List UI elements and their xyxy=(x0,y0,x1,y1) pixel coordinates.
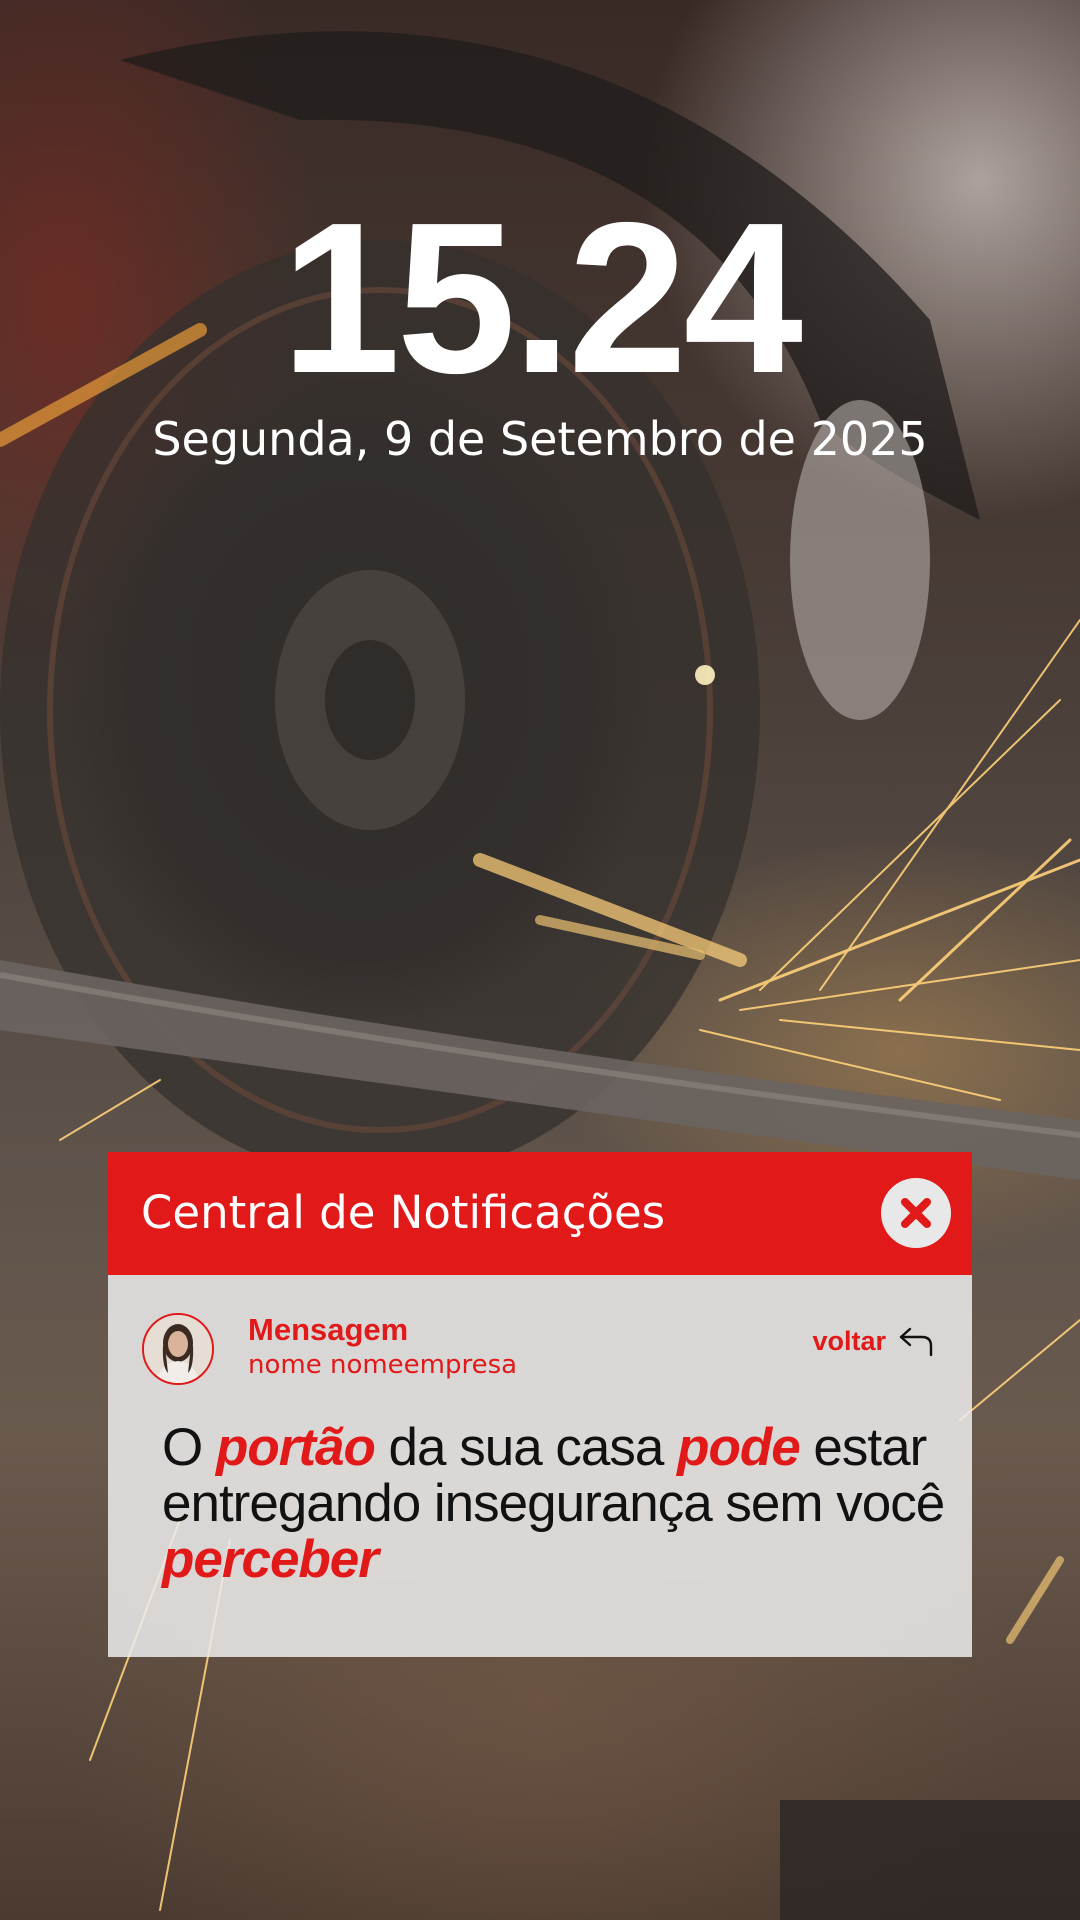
message-text-part: da sua casa xyxy=(374,1418,678,1477)
lock-clock: 15.24 xyxy=(280,177,803,418)
message-text: O portão da sua casa pode estar entregan… xyxy=(162,1420,952,1588)
avatar xyxy=(142,1313,214,1385)
message-highlight-perceber: perceber xyxy=(162,1530,379,1589)
close-icon xyxy=(901,1198,931,1228)
message-text-part: O xyxy=(162,1418,216,1477)
notification-center: Central de Notificações Mensagem nome no… xyxy=(108,1152,972,1657)
message-highlight-portao: portão xyxy=(215,1418,376,1477)
avatar-portrait xyxy=(144,1315,212,1383)
close-button[interactable] xyxy=(881,1178,951,1248)
back-label: voltar xyxy=(812,1325,886,1356)
reply-arrow-icon xyxy=(899,1327,933,1357)
lock-date: Segunda, 9 de Setembro de 2025 xyxy=(152,412,928,466)
notification-header: Central de Notificações xyxy=(108,1152,972,1275)
message-sender-name: nome nomeempresa xyxy=(248,1350,518,1380)
message-highlight-pode: pode xyxy=(677,1418,801,1477)
notification-title: Central de Notificações xyxy=(141,1186,666,1239)
message-sender-label: Mensagem xyxy=(248,1312,409,1347)
lock-screen: 15.24 Segunda, 9 de Setembro de 2025 Cen… xyxy=(0,0,1080,1920)
notification-card[interactable]: Mensagem nome nomeempresa voltar O portã… xyxy=(108,1275,972,1657)
back-button[interactable]: voltar xyxy=(812,1325,936,1357)
